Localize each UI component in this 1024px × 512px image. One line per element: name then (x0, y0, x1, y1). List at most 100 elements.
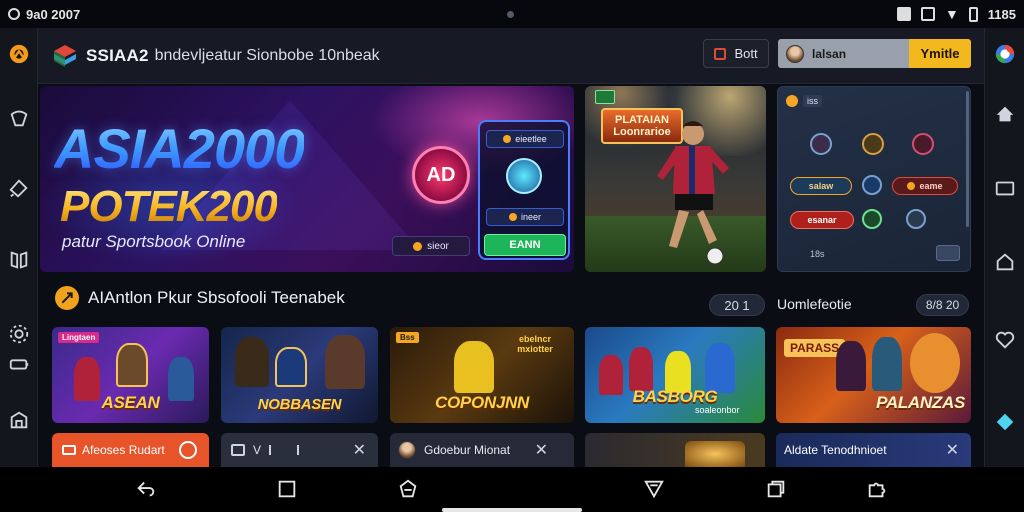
panel-scrollbar[interactable] (966, 91, 969, 227)
coin-icon (786, 95, 798, 107)
settings-icon[interactable] (7, 322, 31, 346)
team-icon[interactable] (810, 133, 832, 155)
bott-button[interactable]: Bott (703, 39, 769, 68)
promo-strip[interactable]: Afeoses Rudart (52, 433, 209, 467)
coin-icon (413, 241, 423, 251)
keyboard-icon[interactable] (936, 245, 960, 261)
game-art (872, 337, 902, 391)
heart-icon[interactable] (993, 328, 1017, 352)
red-bet-pill[interactable]: esanar (790, 211, 854, 229)
game-top-text: ebelncr mxiotter (517, 334, 553, 354)
promo-icon (62, 445, 76, 455)
coin-icon (907, 182, 916, 190)
game-tile[interactable]: NOBBASEN (221, 327, 378, 423)
battery-icon (968, 6, 978, 22)
odds-pill-right-label: eame (919, 181, 943, 191)
team-icon[interactable] (862, 133, 884, 155)
game-tile[interactable]: BASBORG soaleonbor (585, 327, 765, 423)
panel-mid-row[interactable]: ineer (486, 208, 564, 226)
gallery-icon (231, 444, 245, 456)
panel-green-button[interactable]: EANN (484, 234, 566, 256)
promo-strip-label: Afeoses Rudart (82, 443, 165, 457)
cast-icon (920, 7, 935, 21)
coin-icon (503, 135, 512, 143)
section-icon (55, 286, 79, 310)
home-gesture-bar[interactable] (442, 508, 582, 512)
team-icon[interactable] (862, 209, 882, 229)
home-outline-icon[interactable] (993, 250, 1017, 274)
camera-dot (507, 11, 514, 18)
info-strip-label: V (253, 443, 262, 457)
image-strip[interactable] (585, 433, 765, 467)
system-nav-bar (0, 467, 1024, 512)
avatar (786, 44, 804, 63)
game-title: ASEAN (101, 393, 160, 412)
google-icon[interactable] (993, 42, 1017, 66)
section-count-pill[interactable]: 20 1 (709, 294, 765, 316)
ymitle-button[interactable]: Ymitle (909, 39, 971, 68)
tag-icon[interactable] (7, 176, 31, 200)
shop-icon[interactable] (7, 408, 31, 432)
game-title: NOBBASEN (257, 396, 342, 413)
game-tag: Bss (396, 332, 419, 343)
side-section-title: Uomlefeotie (777, 296, 852, 312)
book-icon[interactable] (7, 248, 31, 272)
close-icon[interactable]: ✕ (946, 440, 959, 460)
odds-pill[interactable]: salaw (790, 177, 852, 195)
game-tile[interactable]: Bss ebelncr mxiotter COPONJNN (390, 327, 574, 423)
panel-top-row[interactable]: eieetlee (486, 130, 564, 148)
hero-side-panel: eieetlee ineer EANN (478, 120, 570, 260)
triangle-icon[interactable] (641, 477, 667, 501)
bet-panel-card[interactable]: iss salaw eame esanar 18s (777, 86, 971, 272)
hero-title: ASIA2000 (54, 117, 305, 180)
edit-icon (714, 47, 727, 60)
info-strip[interactable]: V ✕ (221, 433, 378, 467)
recents-icon[interactable] (763, 477, 789, 501)
hero-title-2: POTEK200 (60, 182, 278, 231)
team-icon[interactable] (906, 209, 926, 229)
brand-name[interactable]: SSIAA2 (86, 46, 149, 66)
game-subtitle: soaleonbor (695, 405, 740, 415)
check-icon[interactable] (506, 158, 542, 194)
back-icon[interactable] (133, 477, 159, 501)
game-art (910, 333, 960, 393)
game-art (836, 341, 866, 391)
treasure-icon (685, 441, 745, 467)
square-icon[interactable] (274, 477, 300, 501)
team-icon[interactable] (912, 133, 934, 155)
hero-tagline: patur Sportsbook Online (62, 232, 246, 251)
home-icon[interactable] (993, 102, 1017, 126)
news-strip[interactable]: Aldate Tenodhnioet ✕ (776, 433, 971, 467)
team-icon[interactable] (862, 175, 882, 195)
side-section-pill[interactable]: 8/8 20 (916, 294, 969, 316)
window-icon[interactable] (993, 176, 1017, 200)
game-title: BASBORG (632, 387, 718, 406)
diamond-icon[interactable] (993, 410, 1017, 434)
hero-badge[interactable]: AD (412, 146, 470, 204)
overwatch-logo-icon[interactable] (7, 42, 31, 66)
close-icon[interactable]: ✕ (535, 440, 548, 460)
game-art (454, 341, 494, 393)
user-field[interactable]: lalsan (778, 39, 909, 68)
featured-match-card[interactable]: PLATAIAN Loonrarioe (585, 86, 766, 272)
bars-icon (269, 445, 300, 455)
game-title: PALANZAS (876, 393, 965, 412)
left-sidebar (0, 28, 38, 467)
close-icon[interactable]: ✕ (353, 440, 366, 460)
gamepad-icon[interactable] (395, 477, 421, 501)
brand-logo-icon[interactable] (52, 43, 78, 69)
game-tile[interactable]: PARASS PALANZAS (776, 327, 971, 423)
hero-small-pill-label: sieor (427, 240, 449, 252)
game-title: COPONJNN (435, 393, 529, 412)
battery-small-icon[interactable] (7, 352, 31, 376)
chat-strip[interactable]: Gdoebur Mionat ✕ (390, 433, 574, 467)
status-left-text: 9a0 2007 (26, 6, 81, 22)
shield-icon[interactable] (7, 106, 31, 130)
puzzle-icon[interactable] (864, 477, 890, 501)
odds-pill-right[interactable]: eame (892, 177, 958, 195)
game-tile[interactable]: Lingtaen ASEAN (52, 327, 209, 423)
notification-icon (896, 7, 911, 21)
news-strip-label: Aldate Tenodhnioet (784, 443, 887, 457)
hero-banner[interactable]: ASIA2000 POTEK200 patur Sportsbook Onlin… (40, 86, 574, 272)
hero-small-pill[interactable]: sieor (392, 236, 470, 256)
